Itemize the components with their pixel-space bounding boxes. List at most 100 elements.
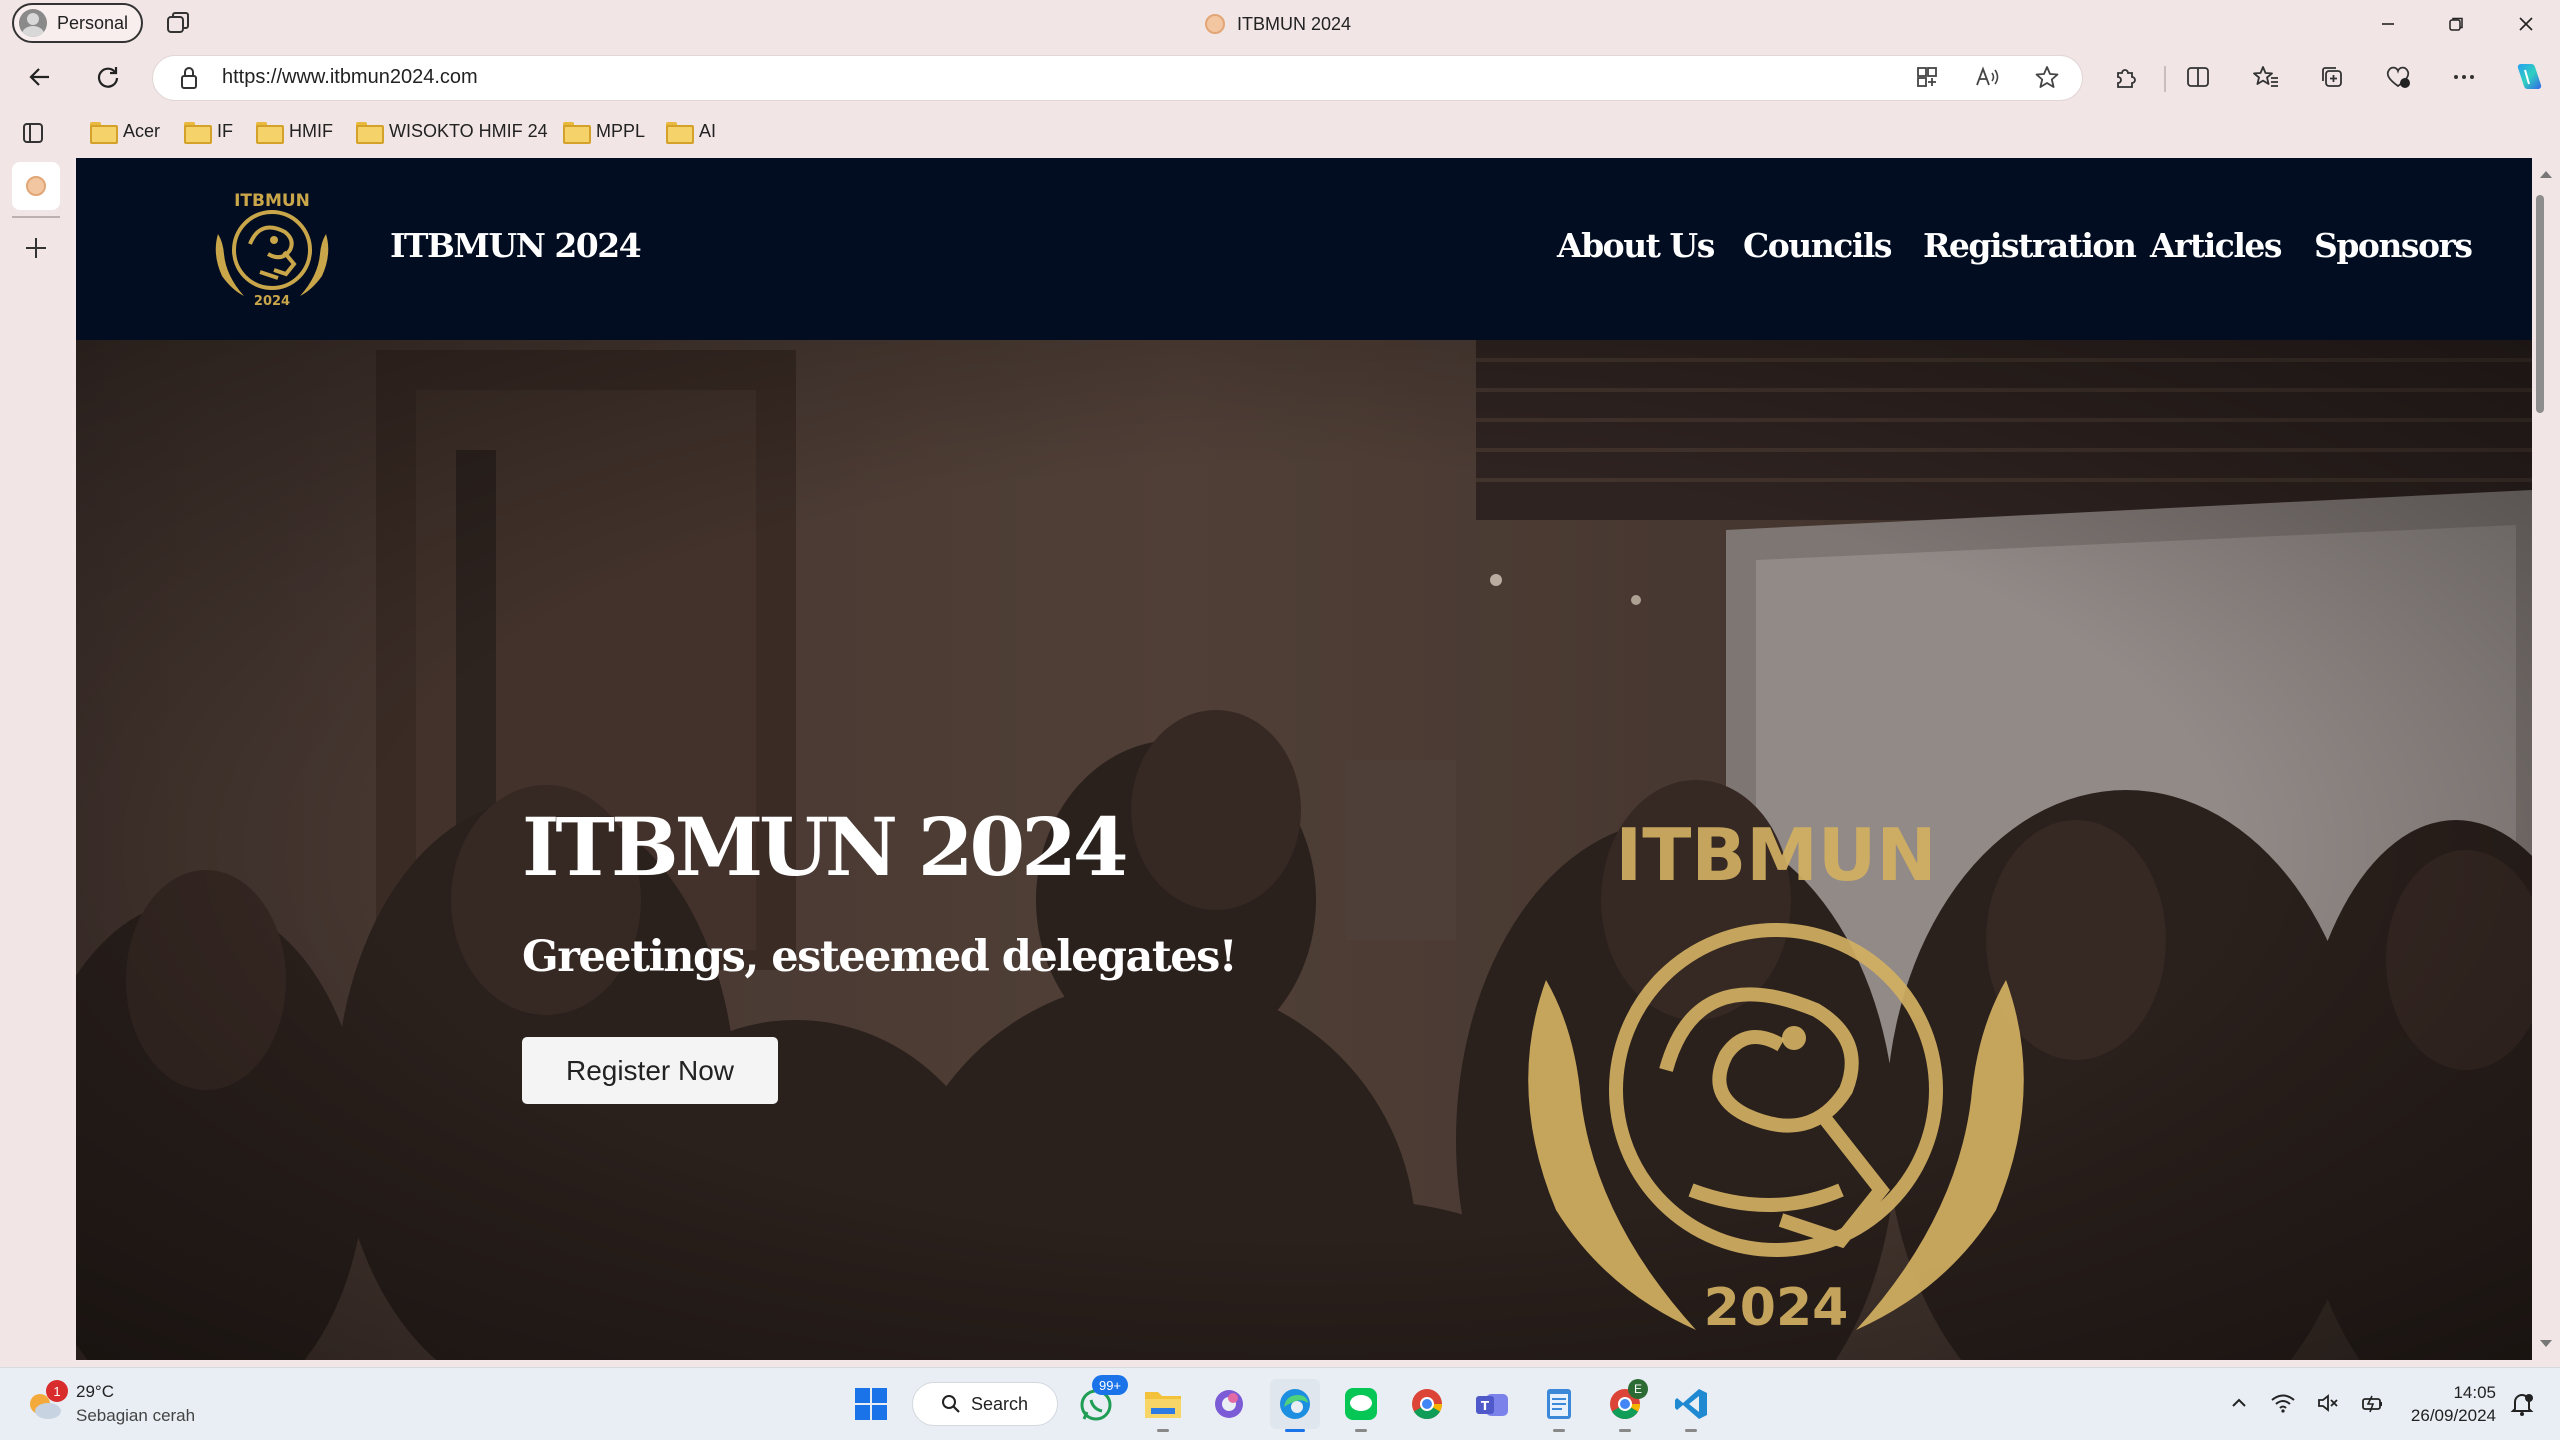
extensions-icon[interactable]: [2106, 57, 2146, 97]
back-button[interactable]: [18, 55, 62, 99]
bookmark-mppl[interactable]: MPPL: [563, 116, 645, 146]
favorite-star-icon[interactable]: [2027, 57, 2067, 97]
svg-text:T: T: [1481, 1399, 1490, 1413]
weather-widget[interactable]: 1 29°C Sebagian cerah: [24, 1376, 195, 1432]
clock-time: 14:05: [2453, 1383, 2496, 1402]
line-icon: [1345, 1388, 1377, 1420]
hero-emblem-text-top: ITBMUN: [1615, 820, 1936, 897]
workspaces-icon[interactable]: [164, 10, 192, 38]
file-explorer-app[interactable]: [1138, 1379, 1188, 1432]
chrome-profile-app[interactable]: E: [1600, 1379, 1650, 1432]
scroll-up-icon[interactable]: [2532, 164, 2560, 184]
chevron-up-icon[interactable]: [2228, 1392, 2250, 1414]
notepad-icon: [1547, 1389, 1571, 1419]
folder-icon: [356, 122, 384, 144]
battery-charging-icon[interactable]: [2360, 1392, 2386, 1414]
lock-icon[interactable]: [176, 64, 202, 92]
chrome-profile-badge: E: [1628, 1379, 1648, 1399]
close-icon: [2519, 17, 2533, 31]
web-page-viewport: ITBMUN 2024 ITBMUN 2024 About Us Council…: [76, 158, 2532, 1360]
bookmark-acer[interactable]: Acer: [90, 116, 160, 146]
new-tab-button[interactable]: [22, 234, 50, 262]
nav-registration[interactable]: Registration: [1923, 226, 2137, 265]
notifications-icon[interactable]: [2508, 1390, 2536, 1418]
close-window-button[interactable]: [2490, 0, 2560, 48]
active-tab[interactable]: ITBMUN 2024: [1205, 10, 1351, 38]
copilot-icon[interactable]: [2508, 57, 2548, 97]
tab-actions-icon[interactable]: [20, 120, 46, 146]
running-indicator: [1157, 1429, 1169, 1432]
folder-icon: [256, 122, 284, 144]
copilot-taskbar-icon: [1215, 1390, 1243, 1418]
notepad-app[interactable]: [1534, 1379, 1584, 1432]
teams-app[interactable]: T: [1468, 1379, 1518, 1429]
read-aloud-icon[interactable]: [1967, 57, 2007, 97]
folder-icon: [90, 122, 118, 144]
bookmark-label: AI: [699, 120, 717, 141]
copilot-app[interactable]: [1204, 1379, 1254, 1429]
edge-icon: [1280, 1389, 1310, 1419]
refresh-button[interactable]: [86, 55, 130, 99]
hero-section: ITBMUN 2024 Greetings, esteemed delegate…: [76, 340, 2532, 1360]
weather-badge: 1: [46, 1380, 68, 1402]
bookmark-ai[interactable]: AI: [666, 116, 716, 146]
search-label: Search: [971, 1393, 1029, 1414]
folder-icon: [563, 122, 591, 144]
collections-icon[interactable]: [2312, 57, 2352, 97]
vertical-tab-strip: [0, 157, 72, 1367]
app-available-icon[interactable]: [1907, 57, 1947, 97]
teams-icon: T: [1476, 1394, 1508, 1416]
tab-strip-divider: [12, 216, 60, 218]
site-navbar: ITBMUN 2024 ITBMUN 2024 About Us Council…: [76, 158, 2532, 340]
wifi-icon[interactable]: [2270, 1392, 2296, 1414]
back-arrow-icon: [29, 68, 49, 86]
register-now-button[interactable]: Register Now: [522, 1037, 778, 1104]
site-brand[interactable]: ITBMUN 2024: [390, 226, 642, 265]
edge-app[interactable]: [1270, 1379, 1320, 1432]
volume-muted-icon[interactable]: [2316, 1392, 2340, 1414]
refresh-icon: [97, 67, 119, 88]
chrome-app[interactable]: [1402, 1379, 1452, 1429]
search-icon: [942, 1395, 960, 1413]
line-app[interactable]: [1336, 1379, 1386, 1432]
minimize-button[interactable]: [2352, 0, 2424, 48]
running-indicator: [1619, 1429, 1631, 1432]
nav-about-us[interactable]: About Us: [1557, 226, 1715, 265]
taskbar-clock[interactable]: 14:05 26/09/2024: [2396, 1381, 2496, 1427]
profile-button[interactable]: Personal: [12, 3, 143, 43]
taskbar-search[interactable]: Search: [912, 1382, 1058, 1426]
hero-background-photo: [76, 340, 2532, 1360]
weather-icon: 1: [24, 1380, 68, 1424]
file-explorer-icon: [1145, 1392, 1181, 1418]
bookmark-if[interactable]: IF: [184, 116, 233, 146]
hero-itbmun-emblem: ITBMUN 2024: [1528, 820, 2024, 1338]
whatsapp-app[interactable]: 99+: [1072, 1375, 1128, 1429]
clock-date: 26/09/2024: [2410, 1406, 2496, 1425]
split-screen-icon[interactable]: [2178, 57, 2218, 97]
favorites-icon[interactable]: [2246, 57, 2286, 97]
bookmark-label: MPPL: [596, 120, 646, 141]
scroll-down-icon[interactable]: [2532, 1334, 2560, 1354]
browser-essentials-icon[interactable]: [2378, 57, 2418, 97]
profile-label: Personal: [57, 12, 129, 33]
nav-councils[interactable]: Councils: [1743, 226, 1893, 265]
restore-button[interactable]: [2420, 0, 2492, 48]
nav-articles[interactable]: Articles: [2150, 226, 2282, 265]
active-indicator: [1285, 1429, 1305, 1432]
more-menu-icon[interactable]: [2444, 57, 2484, 97]
toolbar-divider: [2164, 66, 2166, 92]
minimize-icon: [2382, 23, 2394, 25]
url-text[interactable]: https://www.itbmun2024.com: [222, 66, 478, 89]
running-indicator: [1355, 1429, 1367, 1432]
vscode-app[interactable]: [1666, 1379, 1716, 1432]
nav-sponsors[interactable]: Sponsors: [2314, 226, 2473, 265]
hero-title: ITBMUN 2024: [522, 800, 1129, 894]
bookmark-wisokto-hmif-24[interactable]: WISOKTO HMIF 24: [356, 116, 548, 146]
vertical-tab-itbmun[interactable]: [12, 162, 60, 210]
profile-avatar-icon: [19, 9, 47, 37]
scrollbar-thumb[interactable]: [2536, 195, 2544, 413]
tab-favicon-icon: [1205, 14, 1225, 34]
itbmun-logo[interactable]: ITBMUN 2024: [200, 184, 344, 310]
bookmark-hmif[interactable]: HMIF: [256, 116, 333, 146]
start-button[interactable]: [846, 1379, 896, 1429]
